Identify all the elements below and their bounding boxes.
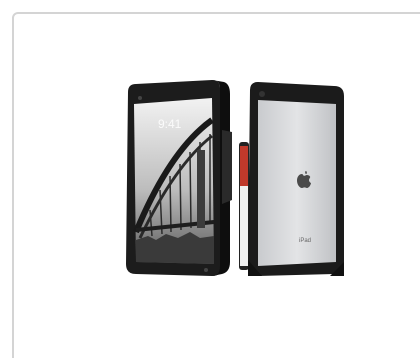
front-tablet-case: 9:41 <box>126 80 232 276</box>
front-screen-time: 9:41 <box>158 117 182 131</box>
tablet-case-product-image: 9:41 iPad <box>126 80 344 276</box>
page: 9:41 iPad <box>0 0 420 358</box>
back-tablet-case: iPad <box>239 82 344 276</box>
back-ipad-label: iPad <box>299 238 311 244</box>
